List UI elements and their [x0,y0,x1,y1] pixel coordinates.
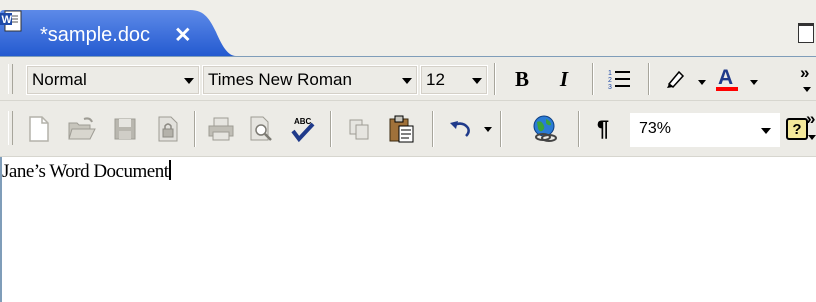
paste-clipboard-icon [389,115,414,143]
svg-text:3: 3 [608,84,612,91]
font-color-button[interactable]: A [712,65,742,93]
chevron-down-icon [808,135,816,140]
zoom-dropdown[interactable]: 73% [630,113,780,147]
toolbar-separator [648,63,650,95]
document-tab[interactable]: W *sample.doc ✕ [0,10,236,56]
zoom-value: 73% [639,120,672,137]
chevron-down-icon [472,78,482,84]
style-value: Normal [32,70,87,89]
restore-window-icon[interactable] [798,23,814,43]
chevron-down-icon[interactable] [750,80,758,85]
font-size-value: 12 [426,70,445,89]
font-color-icon: A [716,66,738,91]
numbered-list-icon: 1 2 3 [608,70,630,91]
spelling-button[interactable]: ABC [288,113,318,145]
new-button[interactable] [24,113,54,145]
close-icon[interactable]: ✕ [174,23,192,48]
font-dropdown[interactable]: Times New Roman [202,65,418,95]
copy-icon [349,119,369,140]
print-button[interactable] [206,113,236,145]
document-text: Jane’s Word Document [2,161,169,182]
document-lock-icon [158,116,178,142]
print-preview-icon [250,116,272,141]
formatting-toolbar: Normal Times New Roman 12 B I 1 2 3 A » [0,57,816,101]
floppy-disk-icon [114,118,136,140]
globe-link-icon [533,115,557,142]
chevron-down-icon [184,78,194,84]
font-value: Times New Roman [208,70,352,89]
insert-hyperlink-button[interactable] [528,113,562,145]
chevron-down-icon [803,87,811,92]
chevron-down-icon[interactable] [698,80,706,85]
printer-icon [208,117,234,141]
open-folder-icon [68,117,96,140]
text-caret [169,160,172,180]
svg-text:ABC: ABC [294,117,312,126]
chevron-down-icon[interactable] [484,127,492,132]
toolbar-separator [578,111,580,147]
undo-icon [450,121,470,137]
help-icon: ? [786,118,808,140]
toolbar-overflow-icon[interactable]: » [806,110,815,127]
toolbar-separator [330,111,332,147]
copy-button[interactable] [344,113,374,145]
new-document-icon [29,116,49,142]
italic-button[interactable]: I [550,65,578,93]
help-button[interactable]: ? [786,113,808,145]
print-preview-button[interactable] [246,113,276,145]
toolbar-separator [494,63,496,95]
editor-tab-strip: W *sample.doc ✕ [0,0,816,57]
svg-text:2: 2 [608,77,612,84]
undo-button[interactable] [446,113,476,145]
style-dropdown[interactable]: Normal [26,65,200,95]
toolbar-grip[interactable] [8,64,13,94]
chevron-down-icon [761,128,771,134]
numbering-button[interactable]: 1 2 3 [604,65,634,93]
font-size-dropdown[interactable]: 12 [420,65,488,95]
svg-text:W: W [2,14,13,26]
permission-button[interactable] [152,113,182,145]
standard-toolbar: ABC ¶ 73% ? » [0,101,816,157]
svg-text:A: A [718,66,733,89]
toolbar-separator [194,111,196,147]
document-body[interactable]: Jane’s Word Document [2,160,172,183]
svg-text:1: 1 [608,70,612,77]
highlighter-icon [667,70,685,89]
bold-button[interactable]: B [508,65,536,93]
open-button[interactable] [66,113,98,145]
show-formatting-button[interactable]: ¶ [590,113,616,145]
toolbar-separator [500,111,502,147]
highlight-button[interactable] [660,65,690,93]
word-doc-icon: W [0,10,22,32]
toolbar-overflow-icon[interactable]: » [800,64,809,81]
toolbar-grip[interactable] [8,111,13,145]
save-button[interactable] [110,113,140,145]
spell-check-icon: ABC [291,117,315,143]
paste-button[interactable] [386,113,418,145]
toolbar-separator [592,63,594,95]
tab-title: *sample.doc [40,24,151,46]
chevron-down-icon [402,78,412,84]
toolbar-separator [432,111,434,147]
